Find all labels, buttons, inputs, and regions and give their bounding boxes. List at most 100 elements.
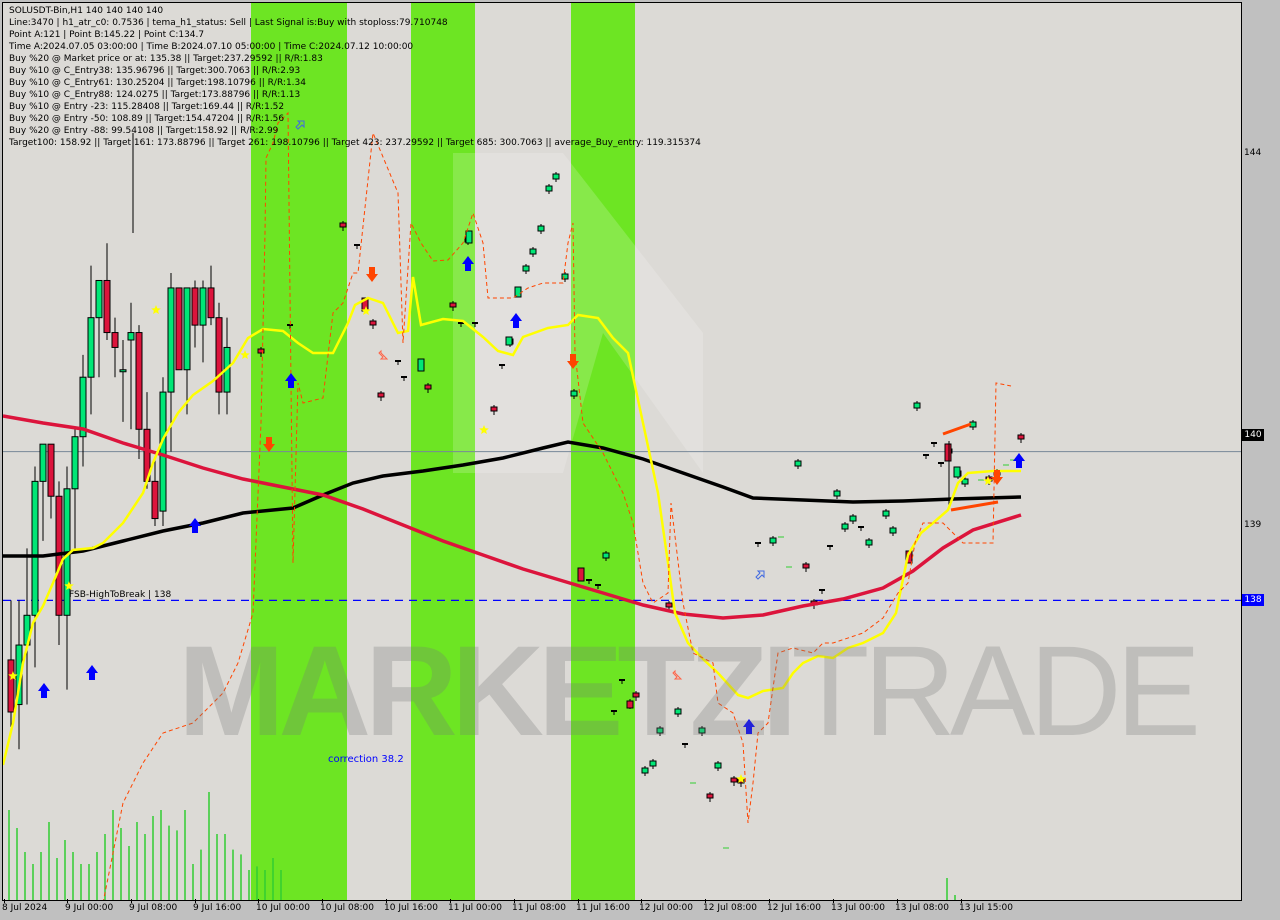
bull-candle [529,248,537,255]
info-line: Buy %10 @ Entry -23: 115.28408 || Target… [9,102,285,112]
x-tick-mark [705,899,706,903]
x-tick-mark [386,899,387,903]
bear-candle [7,659,15,713]
bull-candle [417,358,425,372]
x-tick-label: 11 Jul 00:00 [448,903,502,913]
watermark: MARKETZITRADE [178,620,1201,763]
bull-candle [159,391,167,512]
x-tick-mark [322,899,323,903]
bear-candle [111,332,119,348]
orange-trend-segment [950,500,999,512]
info-line: Line:3470 | h1_atr_c0: 0.7536 | tema_h1_… [9,18,448,28]
x-tick-mark [514,899,515,903]
bear-candle [369,320,377,326]
bull-candle [545,185,553,192]
bear-candle [490,406,498,412]
x-tick-label: 12 Jul 00:00 [639,903,693,913]
bear-candle [207,287,215,319]
x-tick-label: 13 Jul 15:00 [959,903,1013,913]
sell-arrow-icon [366,267,378,282]
bull-candle [552,173,560,180]
info-line: Buy %10 @ C_Entry88: 124.0275 || Target:… [9,90,301,100]
x-tick-mark [450,899,451,903]
star-icon [151,305,161,314]
bear-candle [1017,434,1025,440]
bear-candle [191,287,199,326]
bull-candle [199,287,207,326]
bull-candle [841,523,849,530]
bull-candle [602,552,610,559]
x-tick-label: 13 Jul 00:00 [831,903,885,913]
bull-candle [95,279,103,319]
buy-arrow-icon [189,518,201,533]
bear-candle [377,392,385,398]
x-tick-label: 11 Jul 16:00 [576,903,630,913]
current-price-box: 140 [1242,429,1264,441]
x-tick-mark [131,899,132,903]
bull-candle [833,490,841,497]
bear-candle [730,777,738,783]
x-tick-label: 9 Jul 08:00 [129,903,178,913]
bull-candle [882,510,890,517]
bear-candle [103,279,111,334]
buy-arrow-icon [38,683,50,698]
hollow-buy-arrow-icon [755,570,765,580]
x-tick-mark [4,899,5,903]
bear-candle [706,793,714,799]
x-tick-label: 10 Jul 08:00 [320,903,374,913]
bull-candle [71,436,79,490]
bull-candle [865,539,873,546]
x-tick-mark [833,899,834,903]
bear-candle [424,384,432,390]
star-icon [240,350,250,359]
bull-candle [570,390,578,397]
bear-candle [339,222,347,228]
bull-candle [505,336,513,346]
x-tick-label: 12 Jul 16:00 [767,903,821,913]
fsb-label: FSB-HighToBreak | 138 [69,590,172,600]
x-tick-label: 13 Jul 08:00 [895,903,949,913]
bull-candle [537,225,545,232]
info-line: Time A:2024.07.05 03:00:00 | Time B:2024… [9,42,414,52]
x-tick-mark [195,899,196,903]
bull-candle [561,273,569,280]
bull-candle [39,443,47,482]
info-line: Buy %20 @ Market price or at: 135.38 || … [9,54,323,64]
x-tick-mark [641,899,642,903]
x-tick-mark [67,899,68,903]
x-tick-label: 12 Jul 08:00 [703,903,757,913]
bear-candle [257,348,265,354]
bull-candle [889,527,897,534]
x-tick-mark [258,899,259,903]
bull-candle [953,466,961,478]
buy-arrow-icon [1013,453,1025,468]
info-line: Buy %10 @ C_Entry38: 135.96796 || Target… [9,66,301,76]
bull-candle [769,537,777,544]
bear-candle [802,563,810,569]
bull-candle [465,230,473,244]
hollow-sell-arrow-icon [378,349,389,360]
orange-trend-segment [942,422,972,436]
x-tick-mark [769,899,770,903]
x-tick-label: 10 Jul 16:00 [384,903,438,913]
info-line: Buy %20 @ Entry -88: 99.54108 || Target:… [9,126,279,136]
bear-candle [135,332,143,430]
bull-candle [87,317,95,378]
bear-candle [665,602,673,608]
info-line: Target100: 158.92 || Target 161: 173.887… [9,138,701,148]
bear-candle [944,443,952,462]
fsb-price-box: 138 [1242,594,1264,606]
bull-candle [641,767,649,774]
bear-candle [215,317,223,393]
info-line: Buy %10 @ C_Entry61: 130.25204 || Target… [9,78,306,88]
bull-candle [31,480,39,616]
chart-plot-area[interactable]: MARKETZITRADE FSB-HighToBreak | 138 corr… [2,2,1242,901]
bear-candle [577,567,585,582]
bear-candle [151,480,159,520]
x-tick-label: 8 Jul 2024 [2,903,48,913]
info-line: Buy %20 @ Entry -50: 108.89 || Target:15… [9,114,285,124]
bull-candle [522,265,530,272]
info-line: Point A:121 | Point B:145.22 | Point C:1… [9,30,205,40]
x-tick-label: 10 Jul 00:00 [256,903,310,913]
x-tick-mark [897,899,898,903]
